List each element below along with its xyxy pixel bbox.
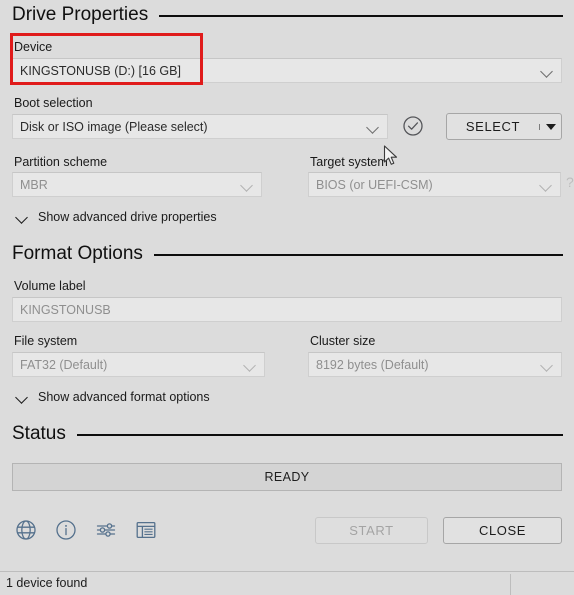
status-progress-text: READY	[264, 470, 310, 484]
header-rule	[153, 254, 563, 256]
chevron-down-icon[interactable]	[540, 64, 554, 78]
footer-divider	[510, 574, 511, 595]
header-rule	[76, 434, 563, 436]
target-system-combobox[interactable]: BIOS (or UEFI-CSM)	[308, 172, 561, 197]
partition-scheme-value: MBR	[20, 177, 48, 192]
chevron-down-icon[interactable]	[539, 178, 553, 192]
format-options-header: Format Options	[12, 243, 563, 265]
start-button[interactable]: START	[315, 517, 428, 544]
close-button-label: CLOSE	[478, 523, 527, 538]
chevron-down-icon[interactable]	[540, 358, 554, 372]
status-progress-bar: READY	[12, 463, 562, 491]
volume-label-label: Volume label	[14, 279, 86, 293]
triangle-down-icon	[545, 123, 556, 130]
globe-icon[interactable]	[14, 518, 38, 542]
device-label: Device	[14, 40, 53, 54]
partition-scheme-label: Partition scheme	[14, 155, 108, 169]
status-header: Status	[12, 423, 563, 445]
rufus-window: Drive Properties Device KINGSTONUSB (D:)…	[0, 0, 574, 595]
format-options-title: Format Options	[12, 243, 143, 264]
file-system-label: File system	[14, 334, 78, 348]
chevron-down-icon[interactable]	[243, 358, 257, 372]
target-system-value: BIOS (or UEFI-CSM)	[316, 177, 433, 192]
status-bar-footer: 1 device found	[0, 571, 574, 595]
status-title: Status	[12, 423, 66, 444]
target-system-label: Target system	[310, 155, 388, 169]
show-advanced-drive-properties-label: Show advanced drive properties	[38, 210, 217, 224]
toolbar-icons	[14, 518, 158, 542]
close-button[interactable]: CLOSE	[443, 517, 562, 544]
start-button-label: START	[349, 523, 394, 538]
chevron-down-icon	[16, 211, 29, 224]
file-system-combobox[interactable]: FAT32 (Default)	[12, 352, 265, 377]
show-advanced-drive-properties-toggle[interactable]: Show advanced drive properties	[16, 210, 217, 224]
chevron-down-icon[interactable]	[240, 178, 254, 192]
drive-properties-header: Drive Properties	[12, 4, 563, 26]
mouse-cursor	[383, 145, 399, 167]
device-combobox[interactable]: KINGSTONUSB (D:) [16 GB]	[12, 58, 562, 83]
header-rule	[159, 15, 563, 17]
info-icon[interactable]	[54, 518, 78, 542]
volume-label-value: KINGSTONUSB	[20, 302, 111, 317]
drive-properties-title: Drive Properties	[12, 4, 149, 25]
settings-sliders-icon[interactable]	[94, 518, 118, 542]
select-dropdown-button[interactable]	[539, 123, 561, 130]
boot-selection-combobox[interactable]: Disk or ISO image (Please select)	[12, 114, 388, 139]
device-value: KINGSTONUSB (D:) [16 GB]	[20, 63, 181, 78]
chevron-down-icon[interactable]	[366, 120, 380, 134]
log-list-icon[interactable]	[134, 518, 158, 542]
check-circle-icon[interactable]	[402, 115, 424, 137]
boot-selection-label: Boot selection	[14, 96, 93, 110]
select-button-label: SELECT	[465, 119, 521, 134]
show-advanced-format-options-toggle[interactable]: Show advanced format options	[16, 390, 210, 404]
chevron-down-icon	[16, 391, 29, 404]
file-system-value: FAT32 (Default)	[20, 357, 108, 372]
cluster-size-label: Cluster size	[310, 334, 376, 348]
volume-label-input[interactable]: KINGSTONUSB	[12, 297, 562, 322]
partition-scheme-combobox[interactable]: MBR	[12, 172, 262, 197]
cluster-size-value: 8192 bytes (Default)	[316, 357, 429, 372]
question-mark-icon[interactable]: ?	[566, 174, 574, 190]
select-button[interactable]: SELECT	[446, 113, 562, 140]
device-found-message: 1 device found	[6, 576, 88, 590]
show-advanced-format-options-label: Show advanced format options	[38, 390, 210, 404]
boot-selection-value: Disk or ISO image (Please select)	[20, 119, 208, 134]
cluster-size-combobox[interactable]: 8192 bytes (Default)	[308, 352, 562, 377]
